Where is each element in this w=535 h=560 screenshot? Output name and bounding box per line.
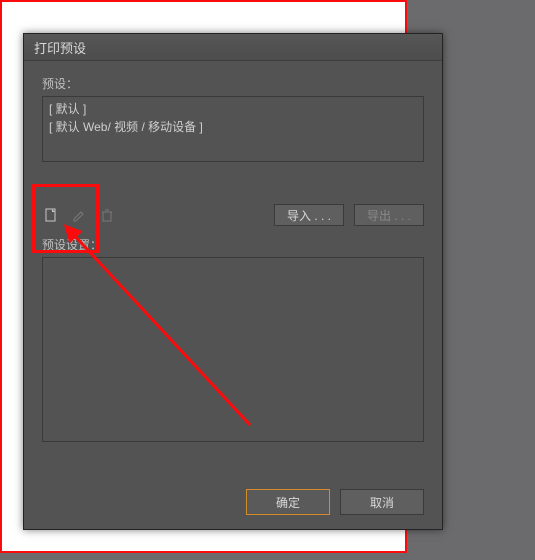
delete-preset-icon — [98, 206, 116, 224]
import-button[interactable]: 导入 . . . — [274, 204, 344, 226]
edit-preset-icon — [70, 206, 88, 224]
preset-label: 预设： — [42, 75, 424, 92]
preset-toolbar: 导入 . . . 导出 . . . — [42, 204, 424, 226]
dialog-footer: 确定 取消 — [246, 489, 424, 515]
list-item[interactable]: [ 默认 ] — [49, 100, 417, 118]
dialog-title: 打印预设 — [34, 38, 86, 57]
print-presets-dialog: 打印预设 预设： [ 默认 ] [ 默认 Web/ 视频 / 移动设备 ] 导入… — [23, 33, 443, 530]
cancel-button[interactable]: 取消 — [340, 489, 424, 515]
list-item[interactable]: [ 默认 Web/ 视频 / 移动设备 ] — [49, 118, 417, 136]
dialog-titlebar[interactable]: 打印预设 — [24, 34, 442, 61]
settings-box — [42, 257, 424, 442]
preset-listbox[interactable]: [ 默认 ] [ 默认 Web/ 视频 / 移动设备 ] — [42, 96, 424, 162]
ok-button[interactable]: 确定 — [246, 489, 330, 515]
settings-label: 预设设置： — [42, 236, 424, 253]
dialog-content: 预设： [ 默认 ] [ 默认 Web/ 视频 / 移动设备 ] 导入 . . … — [24, 61, 442, 454]
new-preset-icon[interactable] — [42, 206, 60, 224]
export-button: 导出 . . . — [354, 204, 424, 226]
